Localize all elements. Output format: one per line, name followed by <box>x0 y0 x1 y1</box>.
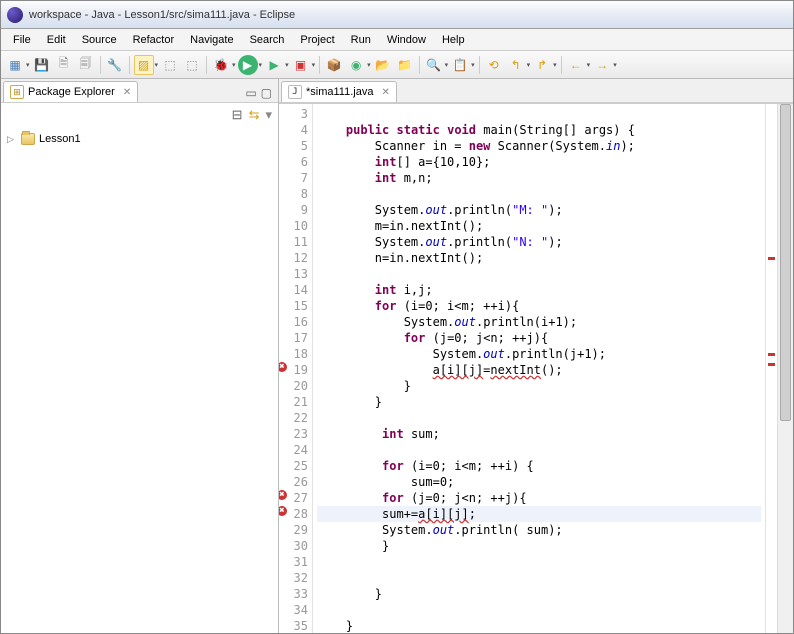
back-dropdown-icon[interactable]: ▾ <box>587 61 591 69</box>
close-tab-icon[interactable]: ✕ <box>123 87 131 98</box>
eclipse-icon <box>7 7 23 23</box>
new-class-button[interactable]: ◉ <box>346 55 366 75</box>
error-marker[interactable] <box>768 363 775 366</box>
explorer-tab-bar: ⊞ Package Explorer ✕ ▭ ▢ <box>1 79 278 103</box>
menu-search[interactable]: Search <box>242 32 293 48</box>
workspace: ⊞ Package Explorer ✕ ▭ ▢ ⊟ ⇆ ▾ ▷ Lesson1 <box>1 79 793 633</box>
window-title: workspace - Java - Lesson1/src/sima111.j… <box>29 9 295 21</box>
dropdown-icon[interactable]: ▾ <box>553 61 557 69</box>
scrollbar-thumb[interactable] <box>780 104 791 421</box>
search-button[interactable]: 🔍 <box>424 55 444 75</box>
next-annotation-button[interactable]: ↱ <box>532 55 552 75</box>
debug-dropdown-icon[interactable]: ▾ <box>232 61 236 69</box>
editor-tab[interactable]: J *sima111.java ✕ <box>281 81 397 102</box>
explorer-view-toolbar: ▭ ▢ <box>241 84 276 102</box>
toggle-breadcrumb-button[interactable]: ▨ <box>134 55 154 75</box>
new-class-dropdown-icon[interactable]: ▾ <box>367 61 371 69</box>
java-file-icon: J <box>288 85 302 99</box>
run-dropdown-icon[interactable]: ▾ <box>259 61 263 69</box>
forward-button[interactable]: → <box>592 55 612 75</box>
code-editor[interactable]: public static void main(String[] args) {… <box>313 104 765 633</box>
project-name: Lesson1 <box>39 133 81 145</box>
toolbar-separator <box>129 56 130 74</box>
editor-area: 3456789101112131415161718192021222324252… <box>279 103 793 633</box>
toolbar-separator <box>100 56 101 74</box>
menu-edit[interactable]: Edit <box>39 32 74 48</box>
run-last-dropdown-icon[interactable]: ▾ <box>285 61 289 69</box>
annotation-dropdown-icon[interactable]: ▾ <box>471 61 475 69</box>
build-button[interactable]: 🔧 <box>105 55 125 75</box>
editor-panel: J *sima111.java ✕ 3456789101112131415161… <box>279 79 793 633</box>
coverage-button[interactable]: ▣ <box>291 55 311 75</box>
view-menu-icon[interactable]: ▾ <box>265 107 272 123</box>
main-toolbar: ▦▾ 💾 🗎 🗐 🔧 ▨ ▾ ⬚ ⬚ 🐞▾ ▶▾ ▶▾ ▣▾ 📦 ◉▾ 📂 📁 … <box>1 51 793 79</box>
run-button[interactable]: ▶ <box>238 55 258 75</box>
menu-source[interactable]: Source <box>74 32 125 48</box>
close-editor-tab-icon[interactable]: ✕ <box>381 87 389 98</box>
debug-button[interactable]: 🐞 <box>211 55 231 75</box>
run-last-button[interactable]: ▶ <box>264 55 284 75</box>
expand-arrow-icon[interactable]: ▷ <box>7 134 17 145</box>
forward-dropdown-icon[interactable]: ▾ <box>613 61 617 69</box>
open-type-button[interactable]: ⬚ <box>160 55 180 75</box>
prev-edit-button[interactable]: ⟲ <box>484 55 504 75</box>
coverage-dropdown-icon[interactable]: ▾ <box>312 61 316 69</box>
new-package-button[interactable]: 📦 <box>324 55 344 75</box>
toolbar-separator <box>206 56 207 74</box>
menu-file[interactable]: File <box>5 32 39 48</box>
error-marker[interactable] <box>768 257 775 260</box>
window-titlebar: workspace - Java - Lesson1/src/sima111.j… <box>1 1 793 29</box>
package-explorer-tab[interactable]: ⊞ Package Explorer ✕ <box>3 81 138 102</box>
menu-run[interactable]: Run <box>343 32 379 48</box>
menu-project[interactable]: Project <box>292 32 342 48</box>
search-dropdown-icon[interactable]: ▾ <box>445 61 449 69</box>
new-dropdown-icon[interactable]: ▾ <box>26 61 30 69</box>
open-task-button[interactable]: ⬚ <box>182 55 202 75</box>
dropdown-icon[interactable]: ▾ <box>155 61 159 69</box>
menu-help[interactable]: Help <box>434 32 473 48</box>
project-folder-icon <box>21 133 35 145</box>
editor-tab-title: *sima111.java <box>306 86 373 98</box>
back-button[interactable]: ← <box>566 55 586 75</box>
print-button[interactable]: 🗐 <box>76 55 96 75</box>
dropdown-icon[interactable]: ▾ <box>527 61 531 69</box>
editor-tab-bar: J *sima111.java ✕ <box>279 79 793 103</box>
project-tree-item[interactable]: ▷ Lesson1 <box>7 131 272 147</box>
collapse-all-icon[interactable]: ⊟ <box>232 107 243 123</box>
menu-refactor[interactable]: Refactor <box>125 32 183 48</box>
save-all-button[interactable]: 🗎 <box>54 55 74 75</box>
scrollbar-track <box>778 104 793 633</box>
package-icon: ⊞ <box>10 85 24 99</box>
explorer-sub-toolbar: ⊟ ⇆ ▾ <box>1 103 278 127</box>
maximize-view-icon[interactable]: ▢ <box>261 86 272 100</box>
prev-annotation-button[interactable]: ↰ <box>506 55 526 75</box>
link-editor-icon[interactable]: ⇆ <box>249 107 260 123</box>
toolbar-separator <box>319 56 320 74</box>
toolbar-separator <box>561 56 562 74</box>
open-folder-button[interactable]: 📂 <box>373 55 393 75</box>
save-button[interactable]: 💾 <box>32 55 52 75</box>
package-explorer-title: Package Explorer <box>28 86 115 98</box>
open-file-button[interactable]: 📁 <box>395 55 415 75</box>
line-number-gutter[interactable]: 3456789101112131415161718192021222324252… <box>279 104 313 633</box>
project-tree[interactable]: ▷ Lesson1 <box>1 127 278 633</box>
package-explorer-panel: ⊞ Package Explorer ✕ ▭ ▢ ⊟ ⇆ ▾ ▷ Lesson1 <box>1 79 279 633</box>
annotation-button[interactable]: 📋 <box>450 55 470 75</box>
vertical-scrollbar[interactable] <box>777 104 793 633</box>
minimize-view-icon[interactable]: ▭ <box>245 86 256 100</box>
menu-window[interactable]: Window <box>379 32 434 48</box>
error-marker[interactable] <box>768 353 775 356</box>
toolbar-separator <box>419 56 420 74</box>
toolbar-separator <box>479 56 480 74</box>
new-button[interactable]: ▦ <box>5 55 25 75</box>
menu-bar: File Edit Source Refactor Navigate Searc… <box>1 29 793 51</box>
overview-ruler[interactable] <box>765 104 777 633</box>
menu-navigate[interactable]: Navigate <box>182 32 241 48</box>
